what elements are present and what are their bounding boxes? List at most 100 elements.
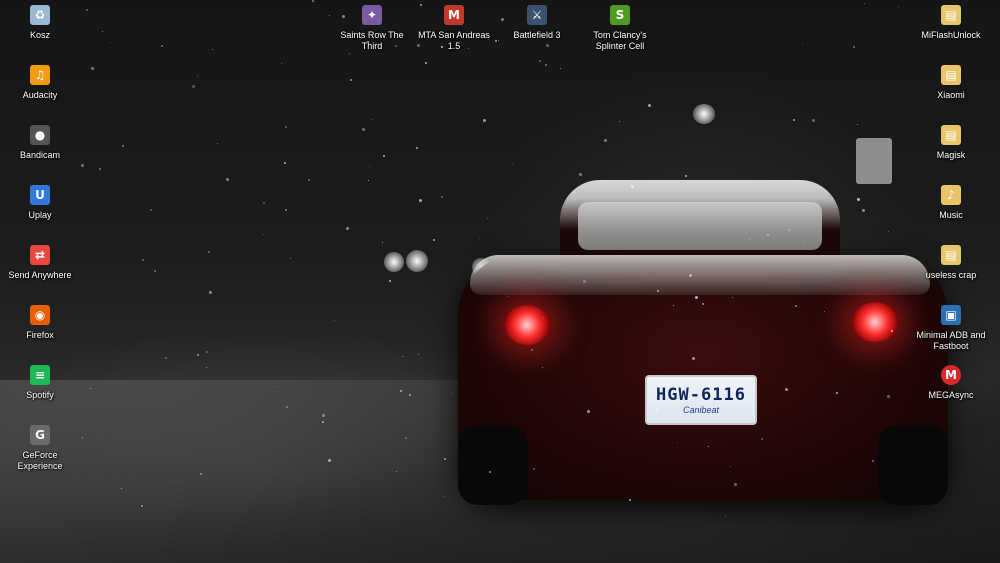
snowflake — [872, 460, 874, 462]
snowflake — [542, 367, 543, 368]
snowflake — [141, 505, 143, 507]
snowflake — [732, 297, 733, 298]
snowflake — [86, 9, 88, 11]
snowflake — [692, 357, 695, 360]
desktop-icon-audacity[interactable]: ♫ Audacity — [0, 65, 80, 101]
desktop-icon-label: Magisk — [936, 150, 966, 160]
snowflake — [888, 231, 889, 232]
snowflake — [290, 258, 291, 259]
snowflake — [483, 119, 486, 122]
snowflake — [725, 515, 726, 516]
snowflake — [90, 388, 91, 389]
snowflake — [150, 209, 152, 211]
snowflake — [99, 168, 101, 170]
desktop-icon-label: Tom Clancy's Splinter Cell — [593, 30, 647, 51]
snowflake — [654, 398, 656, 400]
desktop-icon-magisk[interactable]: ▤ Magisk — [911, 125, 991, 161]
snowflake — [121, 488, 122, 489]
snowflake — [346, 227, 349, 230]
snowflake — [444, 496, 445, 497]
snowflake — [689, 274, 692, 277]
desktop-icon-megasync[interactable]: M MEGAsync — [911, 365, 991, 401]
snowflake — [761, 438, 763, 440]
desktop-icon-mta-san-andreas[interactable]: M MTA San Andreas 1.5 — [414, 5, 494, 52]
desktop-icon-kosz[interactable]: ♻ Kosz — [0, 5, 80, 41]
snowflake — [400, 390, 402, 392]
snowflake — [767, 234, 769, 236]
desktop-icon-bandicam[interactable]: ● Bandicam — [0, 125, 80, 161]
snowflake — [226, 178, 229, 181]
snowflake — [329, 15, 330, 16]
snowflake — [200, 473, 202, 475]
desktop-icon-geforce-experience[interactable]: G GeForce Experience — [0, 425, 80, 472]
desktop-icon-miflashunlock[interactable]: ▤ MiFlashUnlock — [911, 5, 991, 41]
snowflake — [583, 280, 586, 283]
snowflake — [802, 43, 803, 44]
battlefield-icon: ⚔ — [527, 5, 547, 25]
snowflake — [102, 31, 103, 32]
distant-headlight — [406, 250, 428, 272]
desktop-icon-firefox[interactable]: ◉ Firefox — [0, 305, 80, 341]
snowflake — [383, 155, 385, 157]
snowflake — [371, 119, 372, 120]
snowflake — [274, 386, 275, 387]
snowflake — [489, 471, 491, 473]
desktop-icon-uplay[interactable]: U Uplay — [0, 185, 80, 221]
snowflake — [284, 162, 286, 164]
desktop-icon-saints-row[interactable]: ✦ Saints Row The Third — [332, 5, 412, 52]
taillight-left — [504, 305, 550, 345]
snowflake — [648, 104, 651, 107]
snowflake — [631, 185, 634, 188]
desktop-icon-splinter-cell[interactable]: S Tom Clancy's Splinter Cell — [580, 5, 660, 52]
desktop-icon-battlefield-3[interactable]: ⚔ Battlefield 3 — [497, 5, 577, 41]
uplay-icon: U — [30, 185, 50, 205]
snowflake — [795, 305, 797, 307]
snowflake — [512, 163, 513, 164]
snowflake — [898, 7, 899, 8]
snowflake — [328, 459, 331, 462]
desktop-icon-label: Minimal ADB and Fastboot — [916, 330, 986, 351]
desktop-icon-label: Firefox — [26, 330, 54, 340]
desktop-icon-spotify[interactable]: ≡ Spotify — [0, 365, 80, 401]
snowflake — [539, 60, 541, 62]
snowflake — [334, 320, 335, 321]
desktop-icon-minimal-adb[interactable]: ▣ Minimal ADB and Fastboot — [911, 305, 991, 352]
snowflake — [416, 147, 418, 149]
folder-icon: ▤ — [941, 5, 961, 25]
desktop-icon-send-anywhere[interactable]: ⇄ Send Anywhere — [0, 245, 80, 281]
car-wheel-left — [458, 425, 528, 505]
snowflake — [322, 414, 325, 417]
snowflake — [281, 63, 282, 64]
snowflake — [734, 483, 737, 486]
snowflake — [788, 229, 790, 231]
snowflake — [212, 49, 213, 50]
desktop-icon-label: Saints Row The Third — [340, 30, 404, 51]
snowflake — [402, 356, 403, 357]
spotify-icon: ≡ — [30, 365, 50, 385]
snowflake — [82, 437, 83, 438]
snowflake — [197, 354, 199, 356]
snowflake — [785, 388, 788, 391]
desktop-icon-useless-crap[interactable]: ▤ useless crap — [911, 245, 991, 281]
snowflake — [657, 290, 659, 292]
desktop-icon-xiaomi[interactable]: ▤ Xiaomi — [911, 65, 991, 101]
desktop-icon-music[interactable]: ♪ Music — [911, 185, 991, 221]
snowflake — [853, 46, 855, 48]
snowflake — [425, 62, 427, 64]
snowflake — [91, 67, 94, 70]
snowflake — [350, 79, 352, 81]
snowflake — [197, 76, 198, 77]
snowflake — [730, 466, 731, 467]
snowflake — [369, 166, 370, 167]
street-light — [693, 104, 715, 124]
snowflake — [192, 85, 195, 88]
desktop-icon-label: MEGAsync — [928, 390, 974, 400]
snowflake — [479, 238, 480, 239]
firefox-icon: ◉ — [30, 305, 50, 325]
recycle-bin-icon: ♻ — [30, 5, 50, 25]
snowflake — [587, 410, 590, 413]
snowflake — [362, 128, 365, 131]
snowflake — [812, 119, 815, 122]
snowflake — [441, 196, 443, 198]
snowflake — [142, 259, 144, 261]
